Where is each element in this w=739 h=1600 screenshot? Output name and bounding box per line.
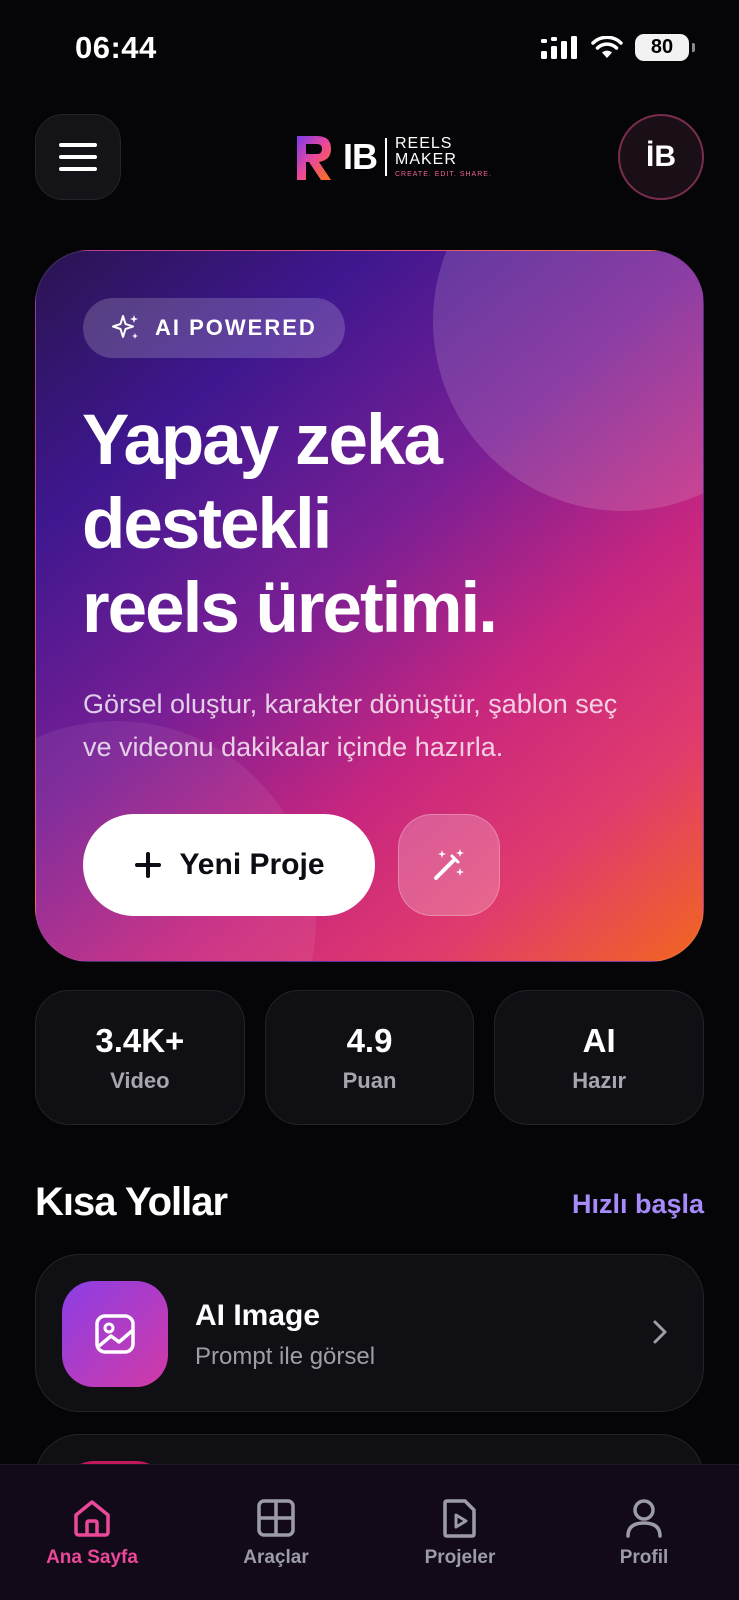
nav-label: Ana Sayfa: [46, 1547, 138, 1568]
battery-indicator: 80: [635, 34, 695, 61]
hero-title-line3: reels üretimi.: [82, 569, 498, 648]
status-time: 06:44: [75, 30, 157, 65]
sparkle-icon: [112, 315, 138, 339]
home-icon: [74, 1500, 110, 1537]
image-icon: [95, 1314, 135, 1354]
bottom-nav: Ana Sayfa Araçlar Projeler Profil: [0, 1464, 739, 1600]
logo-line1: REELS: [395, 135, 453, 152]
status-icons: 80: [541, 34, 695, 61]
avatar-button[interactable]: İB: [618, 114, 704, 200]
magic-button[interactable]: [398, 814, 500, 916]
nav-label: Profil: [619, 1547, 669, 1568]
stat-label: Hazır: [572, 1067, 627, 1093]
hero-title-line1: Yapay zeka: [82, 401, 443, 480]
quick-start-link[interactable]: Hızlı başla: [572, 1189, 704, 1220]
plus-icon: [135, 852, 162, 878]
hero-title: Yapay zeka destekli reels üretimi.: [82, 399, 642, 651]
stat-card-ai: AI Hazır: [494, 990, 705, 1125]
hero-title-line2: destekli: [82, 485, 332, 564]
shortcut-subtitle: Prompt ile görsel: [195, 1343, 376, 1370]
shortcuts-title: Kısa Yollar: [35, 1180, 228, 1224]
stat-card-rating: 4.9 Puan: [264, 990, 475, 1125]
logo-divider: [385, 138, 387, 176]
logo-line2: MAKER: [395, 151, 457, 168]
shortcut-card-ai-image[interactable]: AI Image Prompt ile görsel: [35, 1254, 704, 1412]
stats-row: 3.4K+ Video 4.9 Puan AI Hazır: [35, 990, 705, 1125]
hero-card: AI POWERED Yapay zeka destekli reels üre…: [35, 250, 704, 962]
shortcut-title: AI Image: [195, 1299, 321, 1332]
menu-button[interactable]: [35, 114, 121, 200]
app-logo: IB REELS MAKER CREATE. EDIT. SHARE.: [293, 124, 492, 190]
app-header: IB REELS MAKER CREATE. EDIT. SHARE. İB: [35, 114, 704, 200]
nav-home[interactable]: Ana Sayfa: [0, 1465, 184, 1600]
new-project-label: Yeni Proje: [179, 848, 325, 881]
ai-powered-badge: AI POWERED: [83, 298, 345, 358]
stat-value: 4.9: [346, 1021, 393, 1059]
nav-label: Araçlar: [243, 1547, 309, 1568]
logo-name: REELS MAKER CREATE. EDIT. SHARE.: [395, 135, 492, 179]
badge-label: AI POWERED: [155, 315, 317, 340]
stat-label: Video: [110, 1067, 170, 1093]
nav-tools[interactable]: Araçlar: [184, 1465, 368, 1600]
status-bar: 06:44 80: [0, 0, 739, 100]
stat-card-videos: 3.4K+ Video: [35, 990, 245, 1125]
stat-value: AI: [582, 1021, 616, 1059]
new-project-button[interactable]: Yeni Proje: [83, 814, 375, 916]
logo-tagline: CREATE. EDIT. SHARE.: [395, 171, 492, 178]
grid-icon: [257, 1499, 295, 1537]
user-icon: [626, 1499, 662, 1538]
shortcut-icon-tile: [62, 1281, 168, 1387]
video-file-icon: [443, 1499, 476, 1538]
signal-icon: [541, 35, 577, 59]
hero-subtitle: Görsel oluştur, karakter dönüştür, şablo…: [83, 689, 618, 762]
logo-mark: IB: [343, 136, 378, 177]
nav-label: Projeler: [424, 1547, 496, 1568]
stat-value: 3.4K+: [95, 1021, 185, 1059]
stat-label: Puan: [342, 1067, 397, 1093]
nav-profile[interactable]: Profil: [552, 1465, 736, 1600]
magic-wand-icon: [434, 849, 464, 880]
nav-projects[interactable]: Projeler: [368, 1465, 552, 1600]
hamburger-menu-icon: [59, 143, 97, 171]
wifi-icon: [591, 35, 623, 58]
chevron-right-icon: [653, 1320, 667, 1344]
logo-r-mark-icon: [297, 136, 331, 180]
